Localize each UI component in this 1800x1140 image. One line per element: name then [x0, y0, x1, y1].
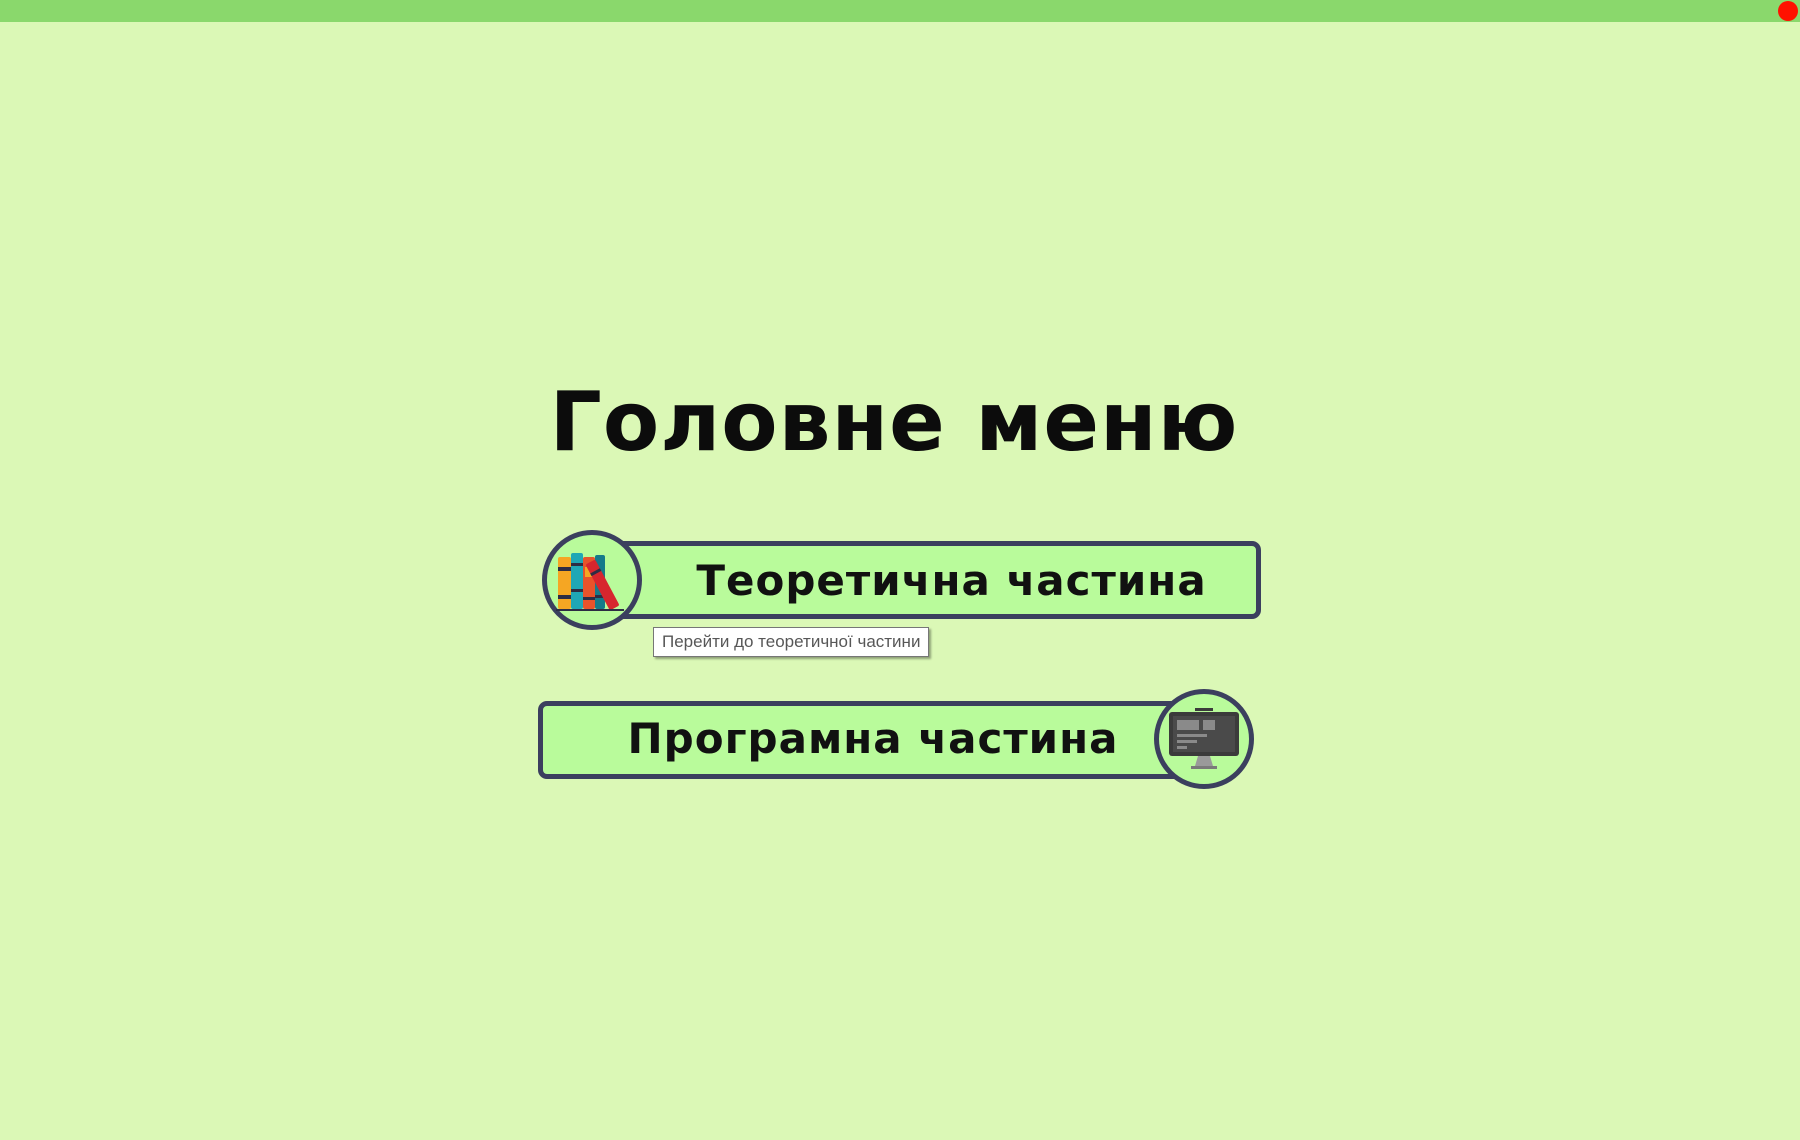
books-icon: [556, 553, 624, 611]
computer-monitor-icon: [1169, 708, 1239, 769]
theory-button[interactable]: Теоретична частина: [542, 528, 1263, 632]
title-bar: [0, 0, 1800, 22]
close-button[interactable]: [1778, 1, 1798, 21]
program-button[interactable]: Програмна частина: [538, 688, 1260, 789]
theory-button-label[interactable]: Теоретична частина: [642, 528, 1261, 632]
program-icon-circle[interactable]: [1154, 689, 1254, 789]
program-button-label[interactable]: Програмна частина: [538, 688, 1208, 788]
theory-tooltip: Перейти до теоретичної частини: [653, 627, 930, 657]
main-window: Головне меню Теоретична частина Перейти …: [0, 0, 1800, 1140]
page-title: Головне меню: [549, 375, 1239, 470]
theory-icon-circle[interactable]: [542, 530, 642, 630]
